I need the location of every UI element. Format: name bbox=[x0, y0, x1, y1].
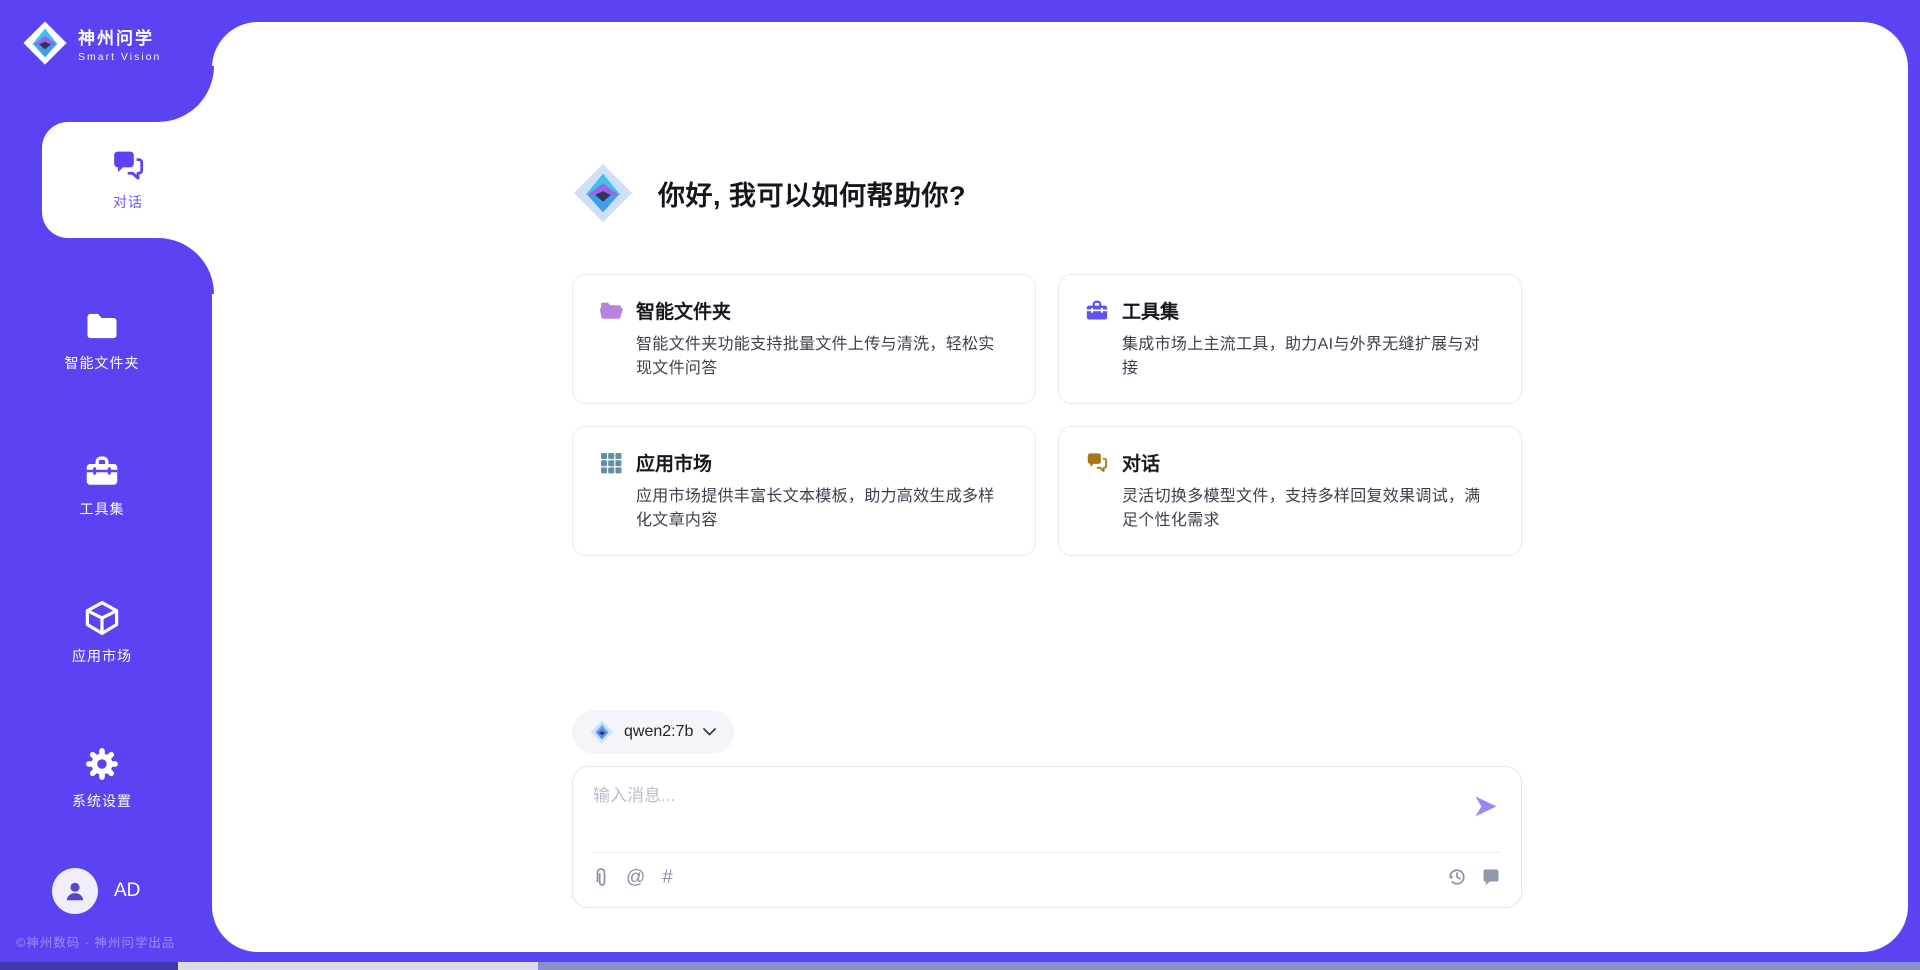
card-title: 对话 bbox=[1122, 449, 1160, 476]
chevron-down-icon bbox=[703, 728, 716, 736]
sidebar: 神州问学 Smart Vision 对话 智能文件夹 工具集 bbox=[0, 0, 212, 970]
sidebar-item-label: 系统设置 bbox=[72, 791, 132, 811]
card-description: 灵活切换多模型文件，支持多样回复效果调试，满足个性化需求 bbox=[1122, 485, 1495, 533]
scrollbar-thumb[interactable] bbox=[178, 962, 538, 970]
folder-icon bbox=[84, 308, 120, 344]
diamond-logo-icon bbox=[590, 720, 614, 744]
card-toolset[interactable]: 工具集 集成市场上主流工具，助力AI与外界无缝扩展与对接 bbox=[1058, 274, 1522, 404]
history-button[interactable] bbox=[1447, 867, 1467, 887]
message-composer: @ # bbox=[572, 766, 1522, 908]
chat-icon bbox=[1085, 451, 1109, 475]
sidebar-item-settings[interactable]: 系统设置 bbox=[30, 730, 174, 826]
sidebar-item-smart-folder[interactable]: 智能文件夹 bbox=[30, 292, 174, 388]
message-input[interactable] bbox=[593, 781, 1433, 847]
diamond-logo-icon bbox=[572, 162, 634, 224]
gear-icon bbox=[84, 746, 120, 782]
sidebar-item-app-market[interactable]: 应用市场 bbox=[30, 584, 174, 680]
history-icon bbox=[1447, 867, 1467, 887]
attachment-button[interactable] bbox=[593, 867, 609, 889]
toolbox-icon bbox=[84, 454, 120, 490]
tab-curve-top bbox=[158, 66, 214, 122]
greeting-title: 你好, 我可以如何帮助你? bbox=[658, 174, 966, 213]
person-icon bbox=[62, 878, 88, 904]
horizontal-scrollbar bbox=[0, 962, 1920, 970]
card-smart-folder[interactable]: 智能文件夹 智能文件夹功能支持批量文件上传与清洗，轻松实现文件问答 bbox=[572, 274, 1036, 404]
folder-open-icon bbox=[599, 299, 623, 323]
composer-divider bbox=[593, 852, 1501, 853]
card-chat[interactable]: 对话 灵活切换多模型文件，支持多样回复效果调试，满足个性化需求 bbox=[1058, 426, 1522, 556]
composer-tools-right bbox=[1447, 867, 1501, 887]
attachment-icon bbox=[593, 867, 609, 889]
user-account[interactable]: AD bbox=[52, 868, 140, 914]
send-icon bbox=[1472, 793, 1500, 821]
model-name: qwen2:7b bbox=[624, 723, 693, 741]
mention-icon: @ bbox=[626, 867, 645, 889]
sidebar-item-toolset[interactable]: 工具集 bbox=[30, 438, 174, 534]
sidebar-item-label: 应用市场 bbox=[72, 646, 132, 666]
hashtag-button[interactable]: # bbox=[662, 867, 673, 889]
sidebar-item-label: 智能文件夹 bbox=[65, 353, 140, 373]
tab-curve-bottom bbox=[158, 238, 214, 294]
diamond-logo-icon bbox=[22, 20, 68, 66]
card-title: 智能文件夹 bbox=[636, 297, 731, 324]
cube-icon bbox=[83, 599, 121, 637]
toolbox-icon bbox=[1085, 299, 1109, 323]
composer-tools-left: @ # bbox=[593, 867, 673, 889]
mention-button[interactable]: @ bbox=[626, 867, 645, 889]
greeting: 你好, 我可以如何帮助你? bbox=[572, 162, 966, 224]
user-name: AD bbox=[114, 880, 140, 902]
quick-reply-icon bbox=[1481, 867, 1501, 887]
brand-subtitle: Smart Vision bbox=[78, 51, 161, 63]
model-selector[interactable]: qwen2:7b bbox=[572, 710, 734, 754]
brand-name: 神州问学 bbox=[78, 24, 161, 49]
sidebar-item-label: 对话 bbox=[113, 192, 143, 212]
card-description: 应用市场提供丰富长文本模板，助力高效生成多样化文章内容 bbox=[636, 485, 1009, 533]
sidebar-item-chat[interactable]: 对话 bbox=[42, 122, 214, 238]
brand-logo: 神州问学 Smart Vision bbox=[22, 20, 161, 66]
card-app-market[interactable]: 应用市场 应用市场提供丰富长文本模板，助力高效生成多样化文章内容 bbox=[572, 426, 1036, 556]
scrollbar-left-segment bbox=[0, 962, 178, 970]
main-panel: 你好, 我可以如何帮助你? 智能文件夹 智能文件夹功能支持批量文件上传与清洗，轻… bbox=[212, 22, 1908, 952]
grid-icon bbox=[599, 451, 623, 475]
card-description: 集成市场上主流工具，助力AI与外界无缝扩展与对接 bbox=[1122, 333, 1495, 381]
send-button[interactable] bbox=[1471, 793, 1501, 823]
feature-cards: 智能文件夹 智能文件夹功能支持批量文件上传与清洗，轻松实现文件问答 工具集 集成… bbox=[572, 274, 1522, 556]
hashtag-icon: # bbox=[662, 867, 673, 889]
card-title: 工具集 bbox=[1122, 297, 1179, 324]
card-description: 智能文件夹功能支持批量文件上传与清洗，轻松实现文件问答 bbox=[636, 333, 1009, 381]
sidebar-item-label: 工具集 bbox=[80, 499, 125, 519]
quick-reply-button[interactable] bbox=[1481, 867, 1501, 887]
card-title: 应用市场 bbox=[636, 449, 712, 476]
copyright-text: ©神州数码 · 神州问学出品 bbox=[16, 932, 175, 951]
chat-icon bbox=[110, 148, 146, 184]
avatar bbox=[52, 868, 98, 914]
